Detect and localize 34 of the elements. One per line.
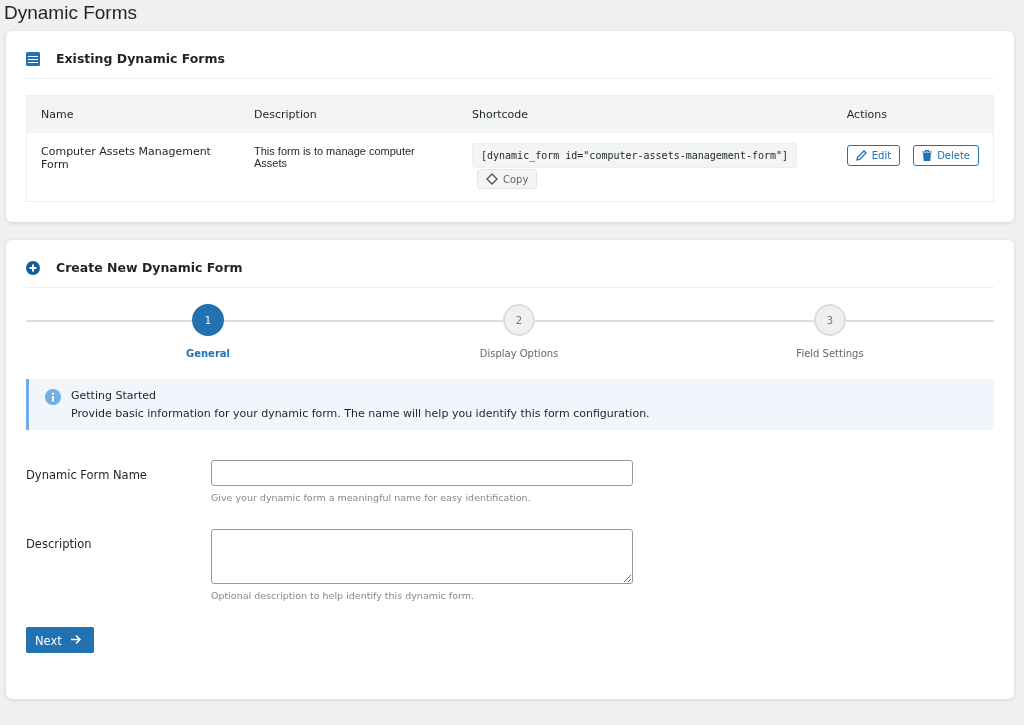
step-label[interactable]: Display Options — [479, 348, 559, 359]
section-title: Existing Dynamic Forms — [56, 51, 225, 66]
step-number[interactable]: 1 — [192, 304, 224, 336]
table-cell: This form is to manage computer Assets — [240, 133, 458, 202]
notice-title: Getting Started — [71, 389, 158, 402]
edit-button[interactable]: Edit — [846, 145, 901, 166]
notice-text: Provide basic information for your dynamic form. The name will help you identify this form configuration. — [71, 407, 650, 420]
column-header: Actions — [832, 95, 994, 133]
copy-button[interactable]: Copy — [477, 169, 538, 189]
column-header: Description — [240, 95, 458, 133]
field-label: Dynamic Form Name — [26, 467, 148, 484]
column-header: Name — [26, 95, 240, 133]
name-field[interactable] — [211, 460, 633, 486]
plus-circle-icon — [26, 260, 40, 275]
help-text: Optional description to help identify this dynamic form. — [211, 590, 475, 601]
step-number[interactable]: 2 — [503, 304, 535, 336]
table-cell: Computer Assets Management Form — [26, 133, 240, 202]
step-label[interactable]: General — [186, 348, 230, 359]
step-number[interactable]: 3 — [814, 304, 846, 336]
delete-button[interactable]: Delete — [913, 145, 979, 166]
step-label[interactable]: Field Settings — [796, 348, 864, 359]
table-list-icon — [26, 51, 40, 66]
help-text: Give your dynamic form a meaningful name for easy identification. — [211, 492, 532, 503]
page-title: Dynamic Forms — [4, 1, 138, 25]
trash-icon — [922, 150, 933, 161]
section-title: Create New Dynamic Form — [56, 260, 243, 275]
pencil-icon — [855, 150, 867, 161]
column-header: Shortcode — [458, 95, 833, 133]
field-label: Description — [26, 536, 93, 553]
next-button[interactable]: Next — [26, 627, 94, 653]
shortcode-text: [dynamic_form id="computer-assets-management-form"] — [472, 143, 798, 168]
arrow-right-icon — [69, 634, 82, 645]
info-icon — [45, 389, 61, 405]
description-field[interactable] — [211, 529, 633, 584]
